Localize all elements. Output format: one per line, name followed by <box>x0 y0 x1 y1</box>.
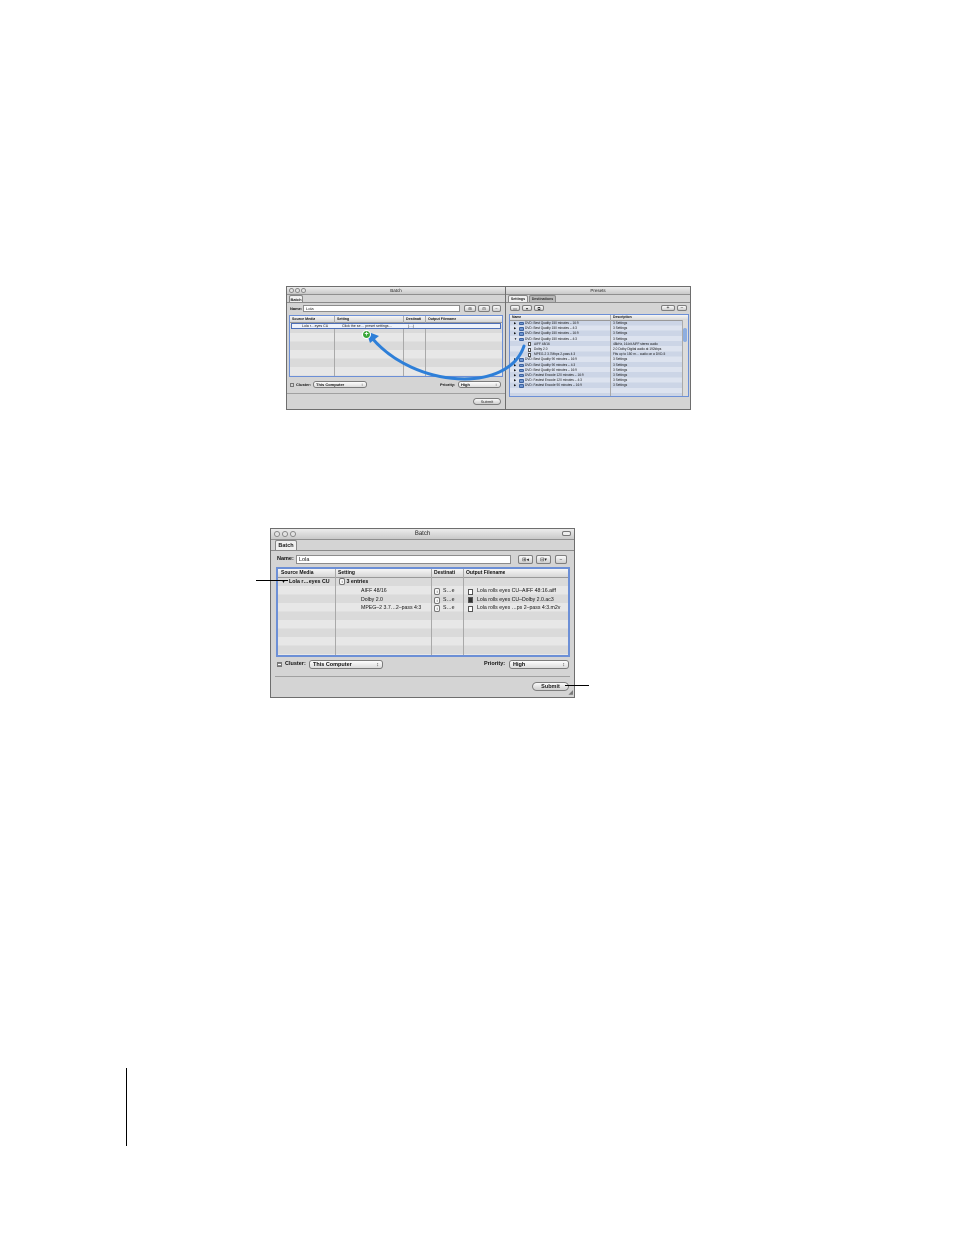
entry-destination: S…e <box>443 605 455 611</box>
entries-cell[interactable]: ↕ 3 entries <box>339 578 368 586</box>
col-output-filename[interactable]: Output Filename <box>466 569 505 577</box>
margin-rule <box>126 1068 127 1146</box>
drag-arrow <box>366 331 526 381</box>
priority-popup[interactable]: High ↕ <box>509 660 569 669</box>
entry-output-filename: Lola rolls eyes CU–Dolby 2.0.ac3 <box>477 596 554 603</box>
col-destination[interactable]: Destinati <box>434 569 455 577</box>
submit-button[interactable]: Submit <box>532 682 569 691</box>
name-label: Name: <box>277 556 294 562</box>
remove-button[interactable]: − <box>555 555 567 564</box>
minimize-window-icon[interactable] <box>282 531 288 537</box>
entry-setting: AIFF 48/16 <box>361 588 387 594</box>
destination-stepper-icon[interactable]: ↕ <box>434 605 440 612</box>
chevron-updown-icon: ↕ <box>562 662 565 668</box>
entry-destination: S…e <box>443 588 455 594</box>
entry-output-filename: Lola rolls eyes CU–AIFF 48:16.aiff <box>477 588 556 594</box>
batch-table: Source Media Setting Destinati Output Fi… <box>276 567 570 657</box>
add-media-button[interactable]: ⊞◂ <box>518 555 533 564</box>
entry-destination: S…e <box>443 596 455 603</box>
output-file-icon <box>468 597 473 603</box>
batch-name-field[interactable]: Lola <box>296 555 511 564</box>
tab-batch[interactable]: Batch <box>275 540 297 550</box>
toolbar-toggle-icon[interactable] <box>562 531 571 536</box>
entry-output-filename: Lola rolls eyes …ps 2–pass 4:3.m2v <box>477 605 561 611</box>
entries-count: 3 entries <box>346 579 369 585</box>
zoom-window-icon[interactable] <box>290 531 296 537</box>
batch-titlebar: Batch <box>271 529 574 540</box>
priority-value: High <box>513 662 526 668</box>
cluster-value: This Computer <box>313 662 352 668</box>
col-source-media[interactable]: Source Media <box>281 569 314 577</box>
close-window-icon[interactable] <box>274 531 280 537</box>
cluster-label: Cluster: <box>285 661 306 667</box>
priority-label: Priority: <box>484 661 506 667</box>
entry-setting: Dolby 2.0 <box>361 596 383 603</box>
submit-callout-line <box>565 685 589 686</box>
destination-stepper-icon[interactable]: ↕ <box>434 588 440 595</box>
entry-setting: MPEG–2 3.7…2–pass 4:3 <box>361 605 422 611</box>
drag-add-badge: + <box>362 330 371 339</box>
output-file-icon <box>468 605 473 612</box>
top-screenshot: Batch Batch Name: Lola ⊞ ⊟ − Source Medi… <box>286 286 691 410</box>
add-file-button[interactable]: ⊟▾ <box>536 555 551 564</box>
output-file-icon <box>468 588 473 595</box>
chevron-updown-icon: ↕ <box>376 662 379 668</box>
cluster-icon <box>277 662 282 667</box>
source-media-name[interactable]: Lola r…eyes CU <box>289 578 330 586</box>
resize-grip-icon[interactable]: ◢ <box>568 690 573 696</box>
cluster-popup[interactable]: This Computer ↕ <box>309 660 383 669</box>
stepper-icon[interactable]: ↕ <box>339 578 345 586</box>
window-title: Batch <box>414 531 431 537</box>
destination-stepper-icon[interactable]: ↕ <box>434 596 440 604</box>
col-setting[interactable]: Setting <box>338 569 355 577</box>
source-media-callout-line <box>256 580 288 581</box>
batch-window-expanded: Batch Batch Name: Lola ⊞◂ ⊟▾ − Source Me… <box>270 528 575 698</box>
